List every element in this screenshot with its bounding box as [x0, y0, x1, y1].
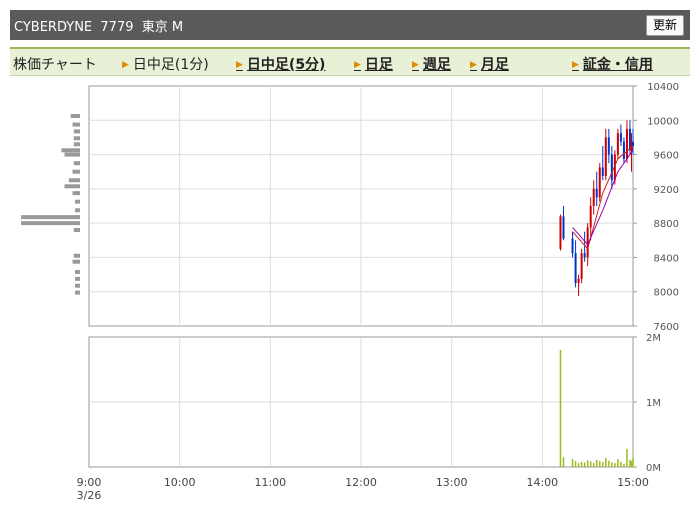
- price-tick-label: 7600: [654, 322, 679, 333]
- candle-body: [604, 137, 607, 176]
- volume-bar: [559, 350, 562, 467]
- x-tick-label: 12:00: [345, 476, 377, 489]
- volume-bar: [586, 460, 589, 467]
- volume-bar: [611, 462, 613, 467]
- candle-body: [583, 253, 586, 258]
- candle-body: [577, 278, 580, 284]
- candle-body: [562, 216, 565, 239]
- volume-tick-label: 0M: [646, 463, 661, 474]
- volume-by-price-bar: [73, 142, 80, 147]
- x-tick-label: 14:00: [526, 476, 558, 489]
- candle-body: [625, 128, 628, 159]
- volume-by-price-bar: [72, 169, 80, 174]
- x-tick-label: 11:00: [254, 476, 286, 489]
- volume-by-price-bar: [73, 228, 80, 232]
- volume-bar: [577, 463, 580, 467]
- candle-body: [595, 188, 598, 198]
- volume-bar: [626, 448, 628, 467]
- price-tick-label: 8800: [654, 219, 679, 230]
- candle-body: [598, 167, 601, 198]
- volume-bar: [583, 462, 586, 467]
- volume-by-price-bar: [75, 208, 80, 213]
- volume-bar: [602, 462, 604, 467]
- volume-tick-label: 1M: [646, 398, 661, 409]
- volume-bar: [589, 461, 592, 467]
- intraday-chart: 9:00 10:00 11:00 12:00 13:00 14:00 15:00 3/26 76…: [21, 82, 679, 502]
- volume-bar: [592, 463, 595, 467]
- volume-bar: [632, 457, 634, 467]
- volume-by-price-bar: [72, 191, 80, 196]
- candle-body: [619, 133, 622, 142]
- volume-by-price-bar: [75, 276, 80, 281]
- volume-by-price-bar: [72, 259, 80, 264]
- candle-body: [592, 188, 595, 206]
- candle-body: [607, 137, 610, 155]
- volume-bar: [571, 459, 574, 467]
- price-tick-label: 9600: [654, 151, 679, 162]
- price-tick-label: 8400: [654, 253, 679, 264]
- candle-body: [622, 141, 625, 159]
- volume-by-price-bar: [61, 148, 80, 153]
- volume-by-price-bar: [72, 122, 80, 127]
- volume-by-price-bar: [73, 136, 80, 141]
- session-date-label: 3/26: [77, 489, 102, 502]
- volume-bar: [630, 461, 633, 467]
- volume-by-price-bar: [75, 199, 80, 204]
- x-tick-label: 13:00: [436, 476, 468, 489]
- candle-body: [616, 133, 619, 155]
- volume-by-price-bar: [64, 184, 80, 189]
- volume-by-price-bar: [21, 215, 81, 220]
- volume-by-price-bar: [73, 253, 80, 258]
- x-tick-label: 9:00: [77, 476, 102, 489]
- volume-bar: [629, 459, 631, 467]
- volume-by-price-bar: [64, 152, 80, 157]
- volume-bar: [617, 459, 619, 467]
- candle-body: [574, 253, 577, 284]
- candle-body: [610, 154, 613, 181]
- volume-by-price-bar: [75, 270, 80, 274]
- volume-by-price-bar: [68, 178, 80, 183]
- volume-by-price-bar: [73, 161, 80, 166]
- volume-tick-label: 2M: [646, 333, 661, 344]
- candle-body: [580, 253, 583, 279]
- volume-bar: [623, 463, 625, 467]
- volume-bar: [562, 457, 565, 467]
- volume-bar: [614, 463, 616, 467]
- volume-bar: [608, 460, 610, 467]
- volume-bar: [574, 461, 577, 467]
- x-tick-label: 15:00: [617, 476, 649, 489]
- price-tick-label: 10400: [647, 82, 679, 93]
- volume-by-price-bar: [75, 283, 80, 288]
- volume-bar: [580, 461, 583, 467]
- volume-by-price-bar: [73, 129, 80, 134]
- x-tick-label: 10:00: [164, 476, 196, 489]
- candle-body: [632, 141, 634, 146]
- price-tick-label: 9200: [654, 185, 679, 196]
- volume-by-price-bar: [70, 114, 80, 118]
- volume-by-price-bar: [21, 221, 81, 226]
- candle-body: [589, 206, 592, 228]
- volume-bar: [620, 461, 622, 467]
- candle-body: [571, 238, 574, 254]
- volume-bar: [599, 461, 601, 467]
- price-tick-label: 10000: [647, 116, 679, 127]
- candle-body: [601, 167, 604, 176]
- volume-by-price-bar: [75, 290, 80, 295]
- candle-body: [559, 216, 562, 249]
- price-tick-label: 8000: [654, 288, 679, 299]
- volume-bar: [605, 457, 607, 467]
- volume-bar: [595, 459, 598, 467]
